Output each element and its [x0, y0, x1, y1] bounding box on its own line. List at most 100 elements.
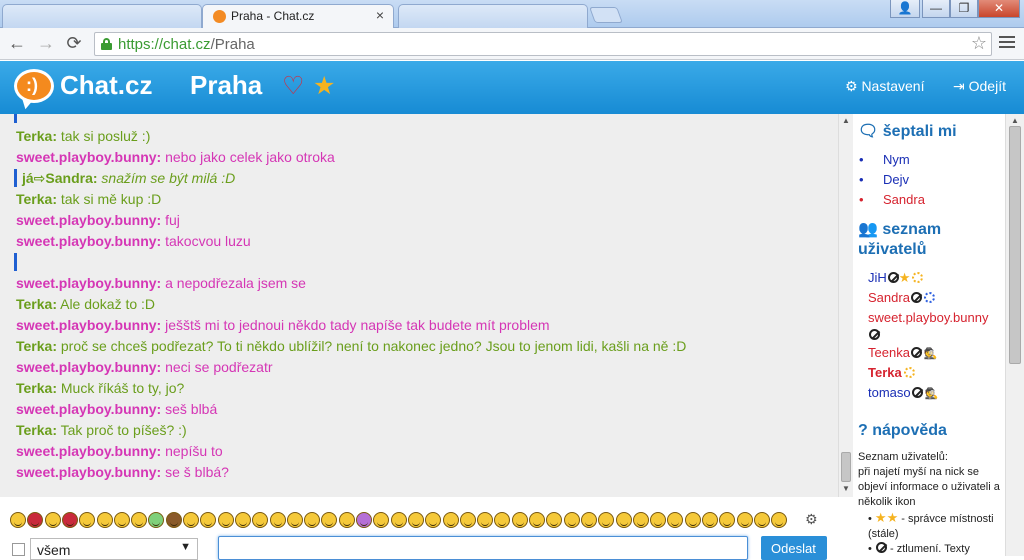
- message-nick[interactable]: Terka:: [16, 296, 57, 312]
- emoticon-icon[interactable]: [667, 512, 684, 528]
- new-tab-button[interactable]: [589, 7, 623, 23]
- emoticon-icon[interactable]: [356, 512, 372, 528]
- emoticon-icon[interactable]: [511, 512, 528, 528]
- emoticon-icon[interactable]: [27, 512, 44, 528]
- emoticon-icon[interactable]: [200, 512, 217, 528]
- user-list-item[interactable]: JiH ★: [868, 270, 924, 286]
- user-nick[interactable]: Sandra: [868, 290, 910, 305]
- emoticon-icon[interactable]: [632, 512, 649, 528]
- reload-icon[interactable]: ⟳: [63, 32, 85, 54]
- message-nick[interactable]: sweet.playboy.bunny:: [16, 443, 161, 459]
- favorite-heart-icon[interactable]: ♡: [282, 71, 304, 101]
- tab-close-icon[interactable]: ×: [376, 7, 384, 23]
- emoticon-icon[interactable]: [113, 512, 130, 528]
- emoticon-icon[interactable]: [702, 512, 718, 528]
- message-nick[interactable]: Terka:: [16, 422, 57, 438]
- message-nick[interactable]: já⇨Sandra:: [22, 170, 98, 186]
- emoticon-icon[interactable]: [753, 512, 770, 528]
- maximize-button[interactable]: ❐: [950, 0, 978, 18]
- user-list-item[interactable]: Terka: [868, 365, 915, 380]
- whisper-user[interactable]: Sandra: [859, 192, 925, 207]
- emoticon-icon[interactable]: [546, 512, 563, 528]
- browser-tab-background[interactable]: [2, 4, 202, 28]
- emoticon-icon[interactable]: [771, 512, 788, 528]
- emoticon-icon[interactable]: [321, 512, 338, 528]
- emoticon-icon[interactable]: [234, 512, 251, 528]
- emoticon-icon[interactable]: [598, 512, 615, 528]
- sidebar-scrollbar[interactable]: ▲: [1005, 114, 1024, 556]
- emoticon-icon[interactable]: [580, 512, 597, 528]
- emoticon-icon[interactable]: [494, 512, 511, 528]
- emoticon-icon[interactable]: [44, 512, 61, 528]
- message-nick[interactable]: Terka:: [16, 338, 57, 354]
- emoticon-icon[interactable]: [684, 512, 701, 528]
- close-window-button[interactable]: ✕: [978, 0, 1020, 18]
- message-nick[interactable]: sweet.playboy.bunny:: [16, 317, 161, 333]
- user-nick[interactable]: Teenka: [868, 345, 910, 360]
- emoticon-icon[interactable]: [615, 512, 632, 528]
- emoticon-icon[interactable]: [529, 512, 545, 528]
- emoticon-icon[interactable]: [183, 512, 199, 528]
- emoticon-icon[interactable]: [719, 512, 736, 528]
- user-nick[interactable]: tomaso: [868, 385, 911, 400]
- message-nick[interactable]: sweet.playboy.bunny:: [16, 464, 161, 480]
- logout-link[interactable]: ⇥ Odejít: [953, 78, 1006, 95]
- message-nick[interactable]: Terka:: [16, 128, 57, 144]
- bookmark-star-icon[interactable]: ☆: [971, 33, 987, 54]
- whisper-user[interactable]: Dejv: [859, 172, 909, 187]
- message-nick[interactable]: Terka:: [16, 191, 57, 207]
- brand-name[interactable]: Chat.cz: [60, 70, 152, 101]
- minimize-button[interactable]: —: [922, 0, 950, 18]
- user-list-item[interactable]: Teenka 🕵: [868, 345, 938, 360]
- chat-scrollbar[interactable]: ▲ ▼: [838, 114, 853, 497]
- emoticon-icon[interactable]: [390, 512, 407, 528]
- back-arrow-icon[interactable]: ←: [6, 32, 28, 54]
- message-nick[interactable]: sweet.playboy.bunny:: [16, 233, 161, 249]
- emoticon-settings-gear-icon[interactable]: ⚙: [805, 511, 818, 528]
- user-nick[interactable]: sweet.playboy.bunny: [868, 310, 988, 325]
- whisper-user[interactable]: Nym: [859, 152, 909, 167]
- emoticon-icon[interactable]: [563, 512, 580, 528]
- user-list-item[interactable]: Sandra: [868, 290, 935, 305]
- user-list-item[interactable]: tomaso 🕵: [868, 385, 938, 400]
- star-icon[interactable]: ★: [313, 71, 335, 101]
- emoticon-icon[interactable]: [407, 512, 424, 528]
- scroll-thumb[interactable]: [841, 452, 851, 482]
- emoticon-icon[interactable]: [442, 512, 459, 528]
- emoticon-icon[interactable]: [269, 512, 286, 528]
- message-nick[interactable]: sweet.playboy.bunny:: [16, 212, 161, 228]
- emoticon-icon[interactable]: [165, 512, 182, 528]
- emoticon-icon[interactable]: [286, 512, 303, 528]
- chat-logo-icon[interactable]: :): [14, 69, 54, 103]
- browser-tab-background[interactable]: [398, 4, 588, 28]
- emoticon-icon[interactable]: [252, 512, 269, 528]
- emoticon-icon[interactable]: [61, 512, 78, 528]
- emoticon-icon[interactable]: [425, 512, 442, 528]
- user-list-item[interactable]: sweet.playboy.bunny: [868, 310, 988, 325]
- private-checkbox[interactable]: [12, 543, 25, 556]
- emoticon-icon[interactable]: [217, 512, 234, 528]
- emoticon-icon[interactable]: [477, 512, 494, 528]
- emoticon-icon[interactable]: [131, 512, 148, 528]
- emoticon-icon[interactable]: [373, 512, 390, 528]
- emoticon-icon[interactable]: [304, 512, 321, 528]
- message-nick[interactable]: sweet.playboy.bunny:: [16, 401, 161, 417]
- address-bar[interactable]: https://chat.cz/Praha ☆: [94, 32, 992, 56]
- message-input[interactable]: [218, 536, 748, 560]
- message-nick[interactable]: Terka:: [16, 380, 57, 396]
- browser-tab-active[interactable]: Praha - Chat.cz ×: [202, 4, 394, 28]
- emoticon-icon[interactable]: [96, 512, 113, 528]
- emoticon-icon[interactable]: [736, 512, 753, 528]
- browser-menu-icon[interactable]: [999, 36, 1015, 50]
- emoticon-icon[interactable]: [338, 512, 355, 528]
- send-button[interactable]: Odeslat: [761, 536, 827, 560]
- emoticon-icon[interactable]: [10, 512, 26, 528]
- emoticon-icon[interactable]: [650, 512, 667, 528]
- message-nick[interactable]: sweet.playboy.bunny:: [16, 149, 161, 165]
- forward-arrow-icon[interactable]: →: [35, 32, 57, 54]
- user-nick[interactable]: JiH: [868, 270, 887, 285]
- emoticon-icon[interactable]: [148, 512, 165, 528]
- emoticon-icon[interactable]: [79, 512, 96, 528]
- user-nick[interactable]: Terka: [868, 365, 902, 380]
- settings-link[interactable]: ⚙ Nastavení: [845, 78, 924, 95]
